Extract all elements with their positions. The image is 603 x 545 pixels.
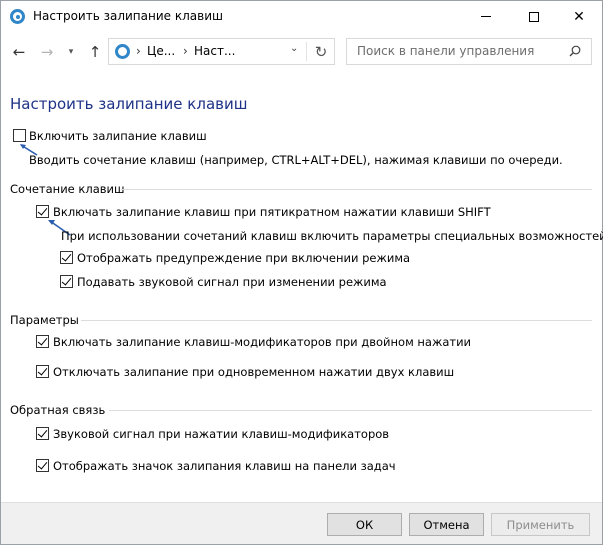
- enable-sticky-keys-description: Вводить сочетание клавиш (например, CTRL…: [29, 153, 563, 167]
- sound-on-change-checkbox[interactable]: [60, 275, 73, 288]
- up-arrow-icon: ↑: [88, 43, 102, 61]
- divider: [306, 42, 307, 61]
- show-warning-label[interactable]: Отображать предупреждение при включении …: [77, 251, 410, 265]
- settings-window: Настроить залипание клавиш ✕ ← → ▾ ↑ › Ц…: [0, 0, 603, 545]
- double-press-modifiers-label[interactable]: Включать залипание клавиш-модификаторов …: [53, 335, 471, 349]
- dialog-footer: ОК Отмена Применить: [1, 502, 602, 544]
- section-title-options: Параметры: [10, 313, 79, 327]
- up-button[interactable]: ↑: [84, 41, 106, 63]
- navigation-bar: ← → ▾ ↑ › Це... › Наст... ⌄ ↻ Поиск в па…: [1, 32, 602, 72]
- refresh-icon: ↻: [314, 43, 328, 61]
- section-divider: [81, 320, 592, 321]
- maximize-icon: [529, 11, 539, 22]
- maximize-button[interactable]: [511, 1, 557, 32]
- recent-locations-button[interactable]: ▾: [60, 41, 82, 63]
- modifier-sound-label[interactable]: Звуковой сигнал при нажатии клавиш-модиф…: [53, 427, 389, 441]
- forward-arrow-icon: →: [40, 43, 54, 61]
- taskbar-icon-checkbox[interactable]: [36, 459, 49, 472]
- shortcut-subheading: При использовании сочетаний клавиш включ…: [61, 229, 603, 243]
- close-button[interactable]: ✕: [556, 1, 602, 32]
- forward-button[interactable]: →: [36, 41, 58, 63]
- window-title: Настроить залипание клавиш: [33, 9, 223, 23]
- chevron-right-icon: ›: [136, 44, 141, 58]
- breadcrumb-item[interactable]: Це...: [147, 44, 175, 58]
- back-arrow-icon: ←: [12, 43, 26, 61]
- shift-five-times-label[interactable]: Включать залипание клавиш при пятикратно…: [53, 205, 491, 219]
- modifier-sound-checkbox[interactable]: [36, 427, 49, 440]
- control-panel-icon: [10, 9, 25, 24]
- minimize-icon: [481, 16, 491, 17]
- page-title: Настроить залипание клавиш: [10, 95, 248, 113]
- chevron-right-icon: ›: [183, 44, 188, 58]
- breadcrumb-item[interactable]: Наст...: [194, 44, 235, 58]
- search-input[interactable]: Поиск в панели управления: [346, 38, 592, 65]
- annotation-arrow-icon: [20, 144, 38, 156]
- section-divider: [121, 189, 592, 190]
- back-button[interactable]: ←: [8, 41, 30, 63]
- section-divider: [109, 410, 592, 411]
- section-title-shortcut: Сочетание клавиш: [10, 182, 125, 196]
- control-panel-icon: [115, 44, 130, 59]
- chevron-down-icon: ▾: [68, 47, 74, 57]
- minimize-button[interactable]: [463, 1, 509, 32]
- refresh-button[interactable]: ↻: [310, 41, 332, 63]
- title-bar: Настроить залипание клавиш ✕: [1, 1, 602, 32]
- search-icon: [569, 45, 581, 57]
- ok-button[interactable]: ОК: [327, 513, 402, 536]
- apply-button[interactable]: Применить: [491, 513, 590, 536]
- two-keys-off-label[interactable]: Отключать залипание при одновременном на…: [53, 365, 454, 379]
- address-dropdown-icon[interactable]: ⌄: [290, 43, 298, 54]
- section-title-feedback: Обратная связь: [10, 403, 106, 417]
- taskbar-icon-label[interactable]: Отображать значок залипания клавиш на па…: [53, 459, 396, 473]
- close-icon: ✕: [573, 8, 585, 25]
- cancel-button[interactable]: Отмена: [409, 513, 484, 536]
- search-placeholder: Поиск в панели управления: [357, 44, 535, 58]
- enable-sticky-keys-checkbox[interactable]: [13, 129, 26, 142]
- two-keys-off-checkbox[interactable]: [36, 365, 49, 378]
- double-press-modifiers-checkbox[interactable]: [36, 335, 49, 348]
- show-warning-checkbox[interactable]: [60, 251, 73, 264]
- enable-sticky-keys-label[interactable]: Включить залипание клавиш: [29, 129, 207, 143]
- sound-on-change-label[interactable]: Подавать звуковой сигнал при изменении р…: [77, 275, 387, 289]
- address-bar[interactable]: › Це... › Наст... ⌄ ↻: [108, 38, 335, 65]
